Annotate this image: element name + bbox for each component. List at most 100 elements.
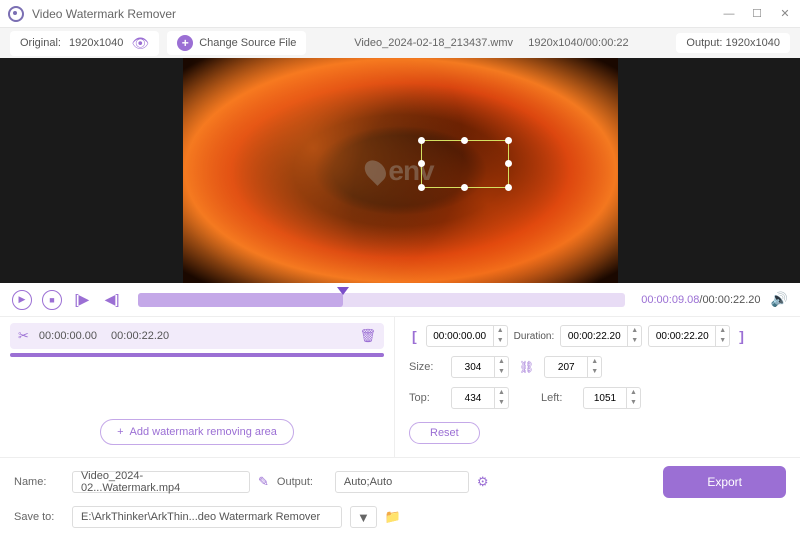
volume-icon[interactable]: 🔊 [771,291,788,308]
segment-end: 00:00:22.20 [111,330,169,342]
top-input[interactable]: ▲▼ [451,387,509,409]
playback-controls: ▶ ■ [▶ ◀] 00:00:09.08/00:00:22.20 🔊 [0,283,800,317]
seek-bar[interactable] [138,293,625,307]
handle-bot-mid[interactable] [461,184,468,191]
handle-top-mid[interactable] [461,137,468,144]
output-resolution: 1920x1040 [726,37,780,49]
top-field[interactable] [452,393,494,404]
output-label: Output: [686,37,722,49]
up-arrow-icon[interactable]: ▲ [494,326,507,336]
preview-toggle-icon[interactable]: 👁 [131,35,149,52]
down-arrow-icon[interactable]: ▼ [628,336,641,346]
video-frame[interactable]: env [183,58,618,283]
link-aspect-icon[interactable]: ⛓ [515,360,538,374]
up-arrow-icon[interactable]: ▲ [716,326,729,336]
handle-mid-right[interactable] [505,160,512,167]
segment-start: 00:00:00.00 [39,330,97,342]
output-name-field[interactable]: Video_2024-02...Watermark.mp4 [72,471,250,493]
seek-progress [138,293,343,307]
stop-button[interactable]: ■ [42,290,62,310]
file-meta: 1920x1040/00:00:22 [528,37,628,49]
up-arrow-icon[interactable]: ▲ [588,357,601,367]
duration-label: Duration: [514,331,555,342]
left-field[interactable] [584,393,626,404]
time-display: 00:00:09.08/00:00:22.20 [641,294,760,306]
left-input[interactable]: ▲▼ [583,387,641,409]
play-button[interactable]: ▶ [12,290,32,310]
down-arrow-icon[interactable]: ▼ [495,367,508,377]
height-input[interactable]: ▲▼ [544,356,602,378]
handle-top-left[interactable] [418,137,425,144]
top-toolbar: Original: 1920x1040 👁 + Change Source Fi… [0,28,800,58]
range-end-field[interactable] [649,331,715,342]
top-label: Top: [409,392,445,404]
handle-mid-left[interactable] [418,160,425,167]
export-button[interactable]: Export [663,466,786,498]
close-button[interactable]: ✕ [778,7,792,21]
mark-out-button[interactable]: ◀] [102,290,122,310]
segments-panel: ✂ 00:00:00.00 00:00:22.20 🗑 + Add waterm… [0,317,395,457]
name-label: Name: [14,476,64,488]
down-arrow-icon[interactable]: ▼ [627,398,640,408]
down-arrow-icon[interactable]: ▼ [588,367,601,377]
settings-icon[interactable]: ⚙ [477,474,489,490]
height-field[interactable] [545,362,587,373]
current-time: 00:00:09.08 [641,294,699,306]
save-to-label: Save to: [14,511,64,523]
output-bar: Name: Video_2024-02...Watermark.mp4 ✎ Ou… [0,457,800,536]
original-resolution: 1920x1040 [69,37,123,49]
plus-icon: + [117,426,123,438]
change-source-label: Change Source File [199,37,296,49]
width-field[interactable] [452,362,494,373]
reset-button[interactable]: Reset [409,422,480,444]
handle-bot-left[interactable] [418,184,425,191]
down-arrow-icon[interactable]: ▼ [494,336,507,346]
seek-handle[interactable] [337,287,349,295]
range-duration-input[interactable]: ▲▼ [560,325,642,347]
range-end-input[interactable]: ▲▼ [648,325,730,347]
segment-track[interactable] [10,353,384,357]
bracket-open-icon[interactable]: [ [409,328,420,344]
add-watermark-area-button[interactable]: + Add watermark removing area [100,419,294,445]
original-label: Original: [20,37,61,49]
handle-bot-right[interactable] [505,184,512,191]
output-resolution-chip: Output: 1920x1040 [676,33,790,53]
total-time: 00:00:22.20 [702,294,760,306]
mark-in-button[interactable]: [▶ [72,290,92,310]
range-duration-field[interactable] [561,331,627,342]
original-resolution-chip: Original: 1920x1040 👁 [10,31,159,56]
properties-panel: [ ▲▼ Duration: ▲▼ ▲▼ ] Size: ▲▼ ⛓ [395,317,800,457]
down-arrow-icon[interactable]: ▼ [495,398,508,408]
up-arrow-icon[interactable]: ▲ [495,357,508,367]
up-arrow-icon[interactable]: ▲ [628,326,641,336]
video-preview-area: env [0,58,800,283]
app-logo-icon [8,6,24,22]
down-arrow-icon[interactable]: ▼ [716,336,729,346]
bracket-close-icon[interactable]: ] [736,328,747,344]
title-bar: Video Watermark Remover — ☐ ✕ [0,0,800,28]
size-label: Size: [409,361,445,373]
add-area-label: Add watermark removing area [130,426,277,438]
segment-row[interactable]: ✂ 00:00:00.00 00:00:22.20 🗑 [10,323,384,349]
file-info: Video_2024-02-18_213437.wmv 1920x1040/00… [314,37,668,49]
maximize-button[interactable]: ☐ [750,7,764,21]
plus-icon: + [177,35,193,51]
range-start-input[interactable]: ▲▼ [426,325,508,347]
delete-segment-icon[interactable]: 🗑 [359,328,376,344]
up-arrow-icon[interactable]: ▲ [627,388,640,398]
save-path-field[interactable]: E:\ArkThinker\ArkThin...deo Watermark Re… [72,506,342,528]
change-source-button[interactable]: + Change Source File [167,31,306,55]
app-title: Video Watermark Remover [32,7,722,21]
selection-box[interactable] [421,140,509,188]
minimize-button[interactable]: — [722,7,736,21]
scissors-icon: ✂ [18,328,29,344]
width-input[interactable]: ▲▼ [451,356,509,378]
output-format-field[interactable]: Auto;Auto [335,471,469,493]
range-start-field[interactable] [427,331,493,342]
handle-top-right[interactable] [505,137,512,144]
path-dropdown-icon[interactable]: ▼ [350,506,377,528]
output-format-label: Output: [277,476,327,488]
up-arrow-icon[interactable]: ▲ [495,388,508,398]
edit-name-icon[interactable]: ✎ [258,474,269,490]
left-label: Left: [541,392,577,404]
